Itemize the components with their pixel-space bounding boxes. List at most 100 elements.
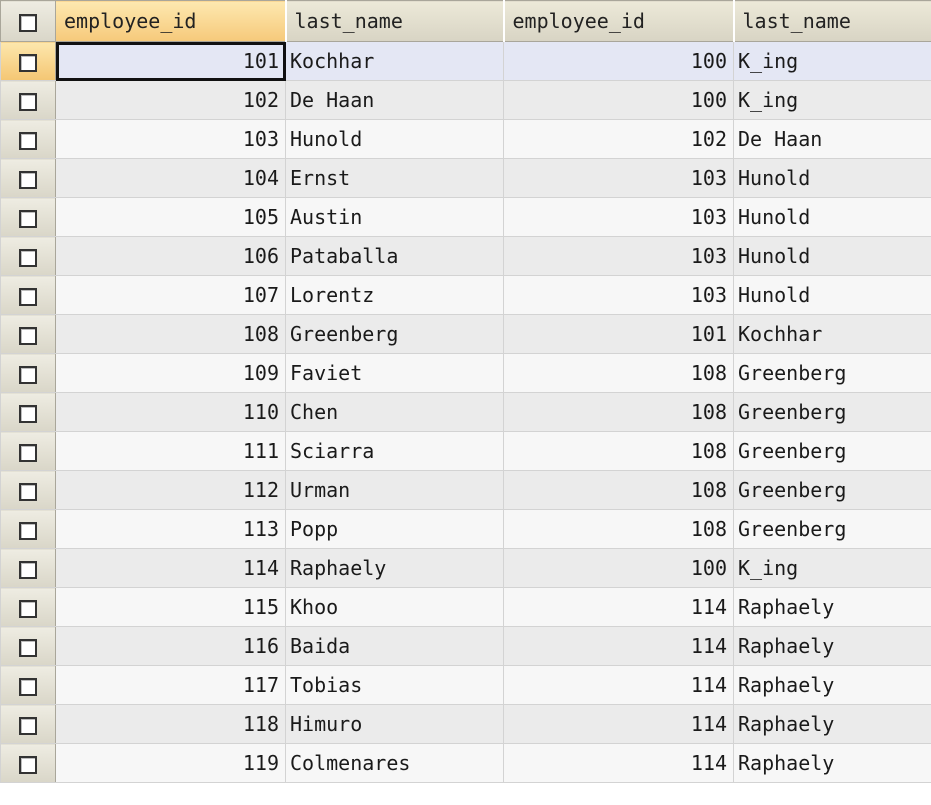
row-checkbox-icon[interactable]: [19, 599, 37, 618]
last-name-cell[interactable]: Hunold: [733, 197, 931, 237]
employee-id-cell[interactable]: 114: [503, 626, 734, 666]
column-header-employee-id[interactable]: employee_id: [55, 0, 287, 42]
table-row[interactable]: 113 Popp 108 Greenberg: [0, 509, 931, 549]
employee-id-cell[interactable]: 108: [503, 509, 734, 549]
table-row[interactable]: 111 Sciarra 108 Greenberg: [0, 431, 931, 471]
last-name-cell[interactable]: Himuro: [285, 704, 504, 744]
table-row[interactable]: 103 Hunold 102 De Haan: [0, 119, 931, 159]
row-checkbox-icon[interactable]: [19, 521, 37, 540]
select-all-checkbox-icon[interactable]: [19, 13, 37, 32]
employee-id-cell[interactable]: 114: [55, 548, 286, 588]
row-select-cell[interactable]: [0, 587, 56, 627]
table-row[interactable]: 118 Himuro 114 Raphaely: [0, 704, 931, 744]
table-row[interactable]: 115 Khoo 114 Raphaely: [0, 587, 931, 627]
table-row[interactable]: 107 Lorentz 103 Hunold: [0, 275, 931, 315]
row-select-cell[interactable]: [0, 197, 56, 237]
row-checkbox-icon[interactable]: [19, 92, 37, 111]
row-select-cell[interactable]: [0, 80, 56, 120]
row-select-cell[interactable]: [0, 743, 56, 783]
employee-id-cell[interactable]: 108: [503, 392, 734, 432]
last-name-cell[interactable]: Tobias: [285, 665, 504, 705]
last-name-cell[interactable]: De Haan: [285, 80, 504, 120]
employee-id-cell[interactable]: 108: [503, 353, 734, 393]
last-name-cell[interactable]: Baida: [285, 626, 504, 666]
last-name-cell[interactable]: Raphaely: [733, 587, 931, 627]
employee-id-cell[interactable]: 117: [55, 665, 286, 705]
row-select-cell[interactable]: [0, 548, 56, 588]
column-header-employee-id-2[interactable]: employee_id: [503, 0, 735, 42]
row-checkbox-icon[interactable]: [19, 482, 37, 501]
last-name-cell[interactable]: Colmenares: [285, 743, 504, 783]
last-name-cell[interactable]: Greenberg: [285, 314, 504, 354]
row-select-cell[interactable]: [0, 275, 56, 315]
row-select-cell[interactable]: [0, 314, 56, 354]
last-name-cell[interactable]: Greenberg: [733, 392, 931, 432]
row-checkbox-icon[interactable]: [19, 170, 37, 189]
last-name-cell[interactable]: Sciarra: [285, 431, 504, 471]
employee-id-cell[interactable]: 119: [55, 743, 286, 783]
row-select-cell[interactable]: [0, 158, 56, 198]
table-row[interactable]: 112 Urman 108 Greenberg: [0, 470, 931, 510]
row-checkbox-icon[interactable]: [19, 326, 37, 345]
employee-id-cell[interactable]: 110: [55, 392, 286, 432]
last-name-cell[interactable]: Greenberg: [733, 509, 931, 549]
row-checkbox-icon[interactable]: [19, 560, 37, 579]
employee-id-cell[interactable]: 103: [503, 275, 734, 315]
employee-id-cell[interactable]: 102: [503, 119, 734, 159]
table-row[interactable]: 102 De Haan 100 K_ing: [0, 80, 931, 120]
row-checkbox-icon[interactable]: [19, 248, 37, 267]
employee-id-cell[interactable]: 112: [55, 470, 286, 510]
row-checkbox-icon[interactable]: [19, 131, 37, 150]
employee-id-cell[interactable]: 114: [503, 665, 734, 705]
employee-id-cell[interactable]: 104: [55, 158, 286, 198]
employee-id-cell[interactable]: 114: [503, 743, 734, 783]
employee-id-cell[interactable]: 108: [503, 431, 734, 471]
last-name-cell[interactable]: Khoo: [285, 587, 504, 627]
employee-id-cell[interactable]: 111: [55, 431, 286, 471]
last-name-cell[interactable]: Lorentz: [285, 275, 504, 315]
last-name-cell[interactable]: K_ing: [733, 41, 931, 81]
row-checkbox-icon[interactable]: [19, 209, 37, 228]
last-name-cell[interactable]: Greenberg: [733, 470, 931, 510]
employee-id-cell[interactable]: 103: [55, 119, 286, 159]
row-select-cell[interactable]: [0, 704, 56, 744]
row-checkbox-icon[interactable]: [19, 755, 37, 774]
table-row[interactable]: 110 Chen 108 Greenberg: [0, 392, 931, 432]
column-header-last-name-2[interactable]: last_name: [733, 0, 931, 42]
employee-id-cell[interactable]: 103: [503, 236, 734, 276]
row-checkbox-icon[interactable]: [19, 365, 37, 384]
last-name-cell[interactable]: Chen: [285, 392, 504, 432]
table-row[interactable]: 109 Faviet 108 Greenberg: [0, 353, 931, 393]
last-name-cell[interactable]: Raphaely: [733, 704, 931, 744]
row-select-cell[interactable]: [0, 470, 56, 510]
row-select-cell[interactable]: [0, 665, 56, 705]
table-row[interactable]: 117 Tobias 114 Raphaely: [0, 665, 931, 705]
row-select-cell[interactable]: [0, 119, 56, 159]
last-name-cell[interactable]: K_ing: [733, 80, 931, 120]
employee-id-cell[interactable]: 106: [55, 236, 286, 276]
last-name-cell[interactable]: Urman: [285, 470, 504, 510]
employee-id-cell[interactable]: 103: [503, 197, 734, 237]
employee-id-cell[interactable]: 107: [55, 275, 286, 315]
last-name-cell[interactable]: Greenberg: [733, 431, 931, 471]
employee-id-cell[interactable]: 100: [503, 41, 734, 81]
employee-id-cell[interactable]: 108: [503, 470, 734, 510]
row-select-cell[interactable]: [0, 626, 56, 666]
last-name-cell[interactable]: Kochhar: [285, 41, 504, 81]
last-name-cell[interactable]: K_ing: [733, 548, 931, 588]
last-name-cell[interactable]: Hunold: [733, 158, 931, 198]
last-name-cell[interactable]: Pataballa: [285, 236, 504, 276]
last-name-cell[interactable]: Kochhar: [733, 314, 931, 354]
employee-id-cell[interactable]: 101: [503, 314, 734, 354]
employee-id-cell[interactable]: 114: [503, 704, 734, 744]
row-select-cell[interactable]: [0, 41, 56, 81]
last-name-cell[interactable]: Faviet: [285, 353, 504, 393]
row-select-cell[interactable]: [0, 392, 56, 432]
last-name-cell[interactable]: Raphaely: [285, 548, 504, 588]
table-row[interactable]: 116 Baida 114 Raphaely: [0, 626, 931, 666]
last-name-cell[interactable]: Greenberg: [733, 353, 931, 393]
row-checkbox-icon[interactable]: [19, 404, 37, 423]
row-checkbox-icon[interactable]: [19, 677, 37, 696]
table-row[interactable]: 119 Colmenares 114 Raphaely: [0, 743, 931, 783]
employee-id-cell[interactable]: 108: [55, 314, 286, 354]
